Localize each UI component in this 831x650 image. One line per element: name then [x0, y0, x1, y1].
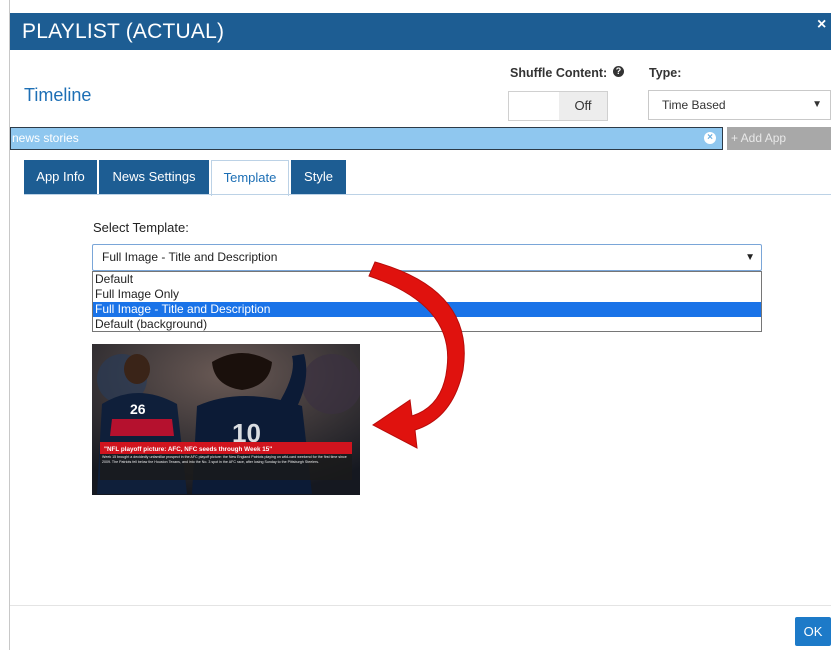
preview-body: Week 15 brought a decidedly unfamiliar p…	[102, 455, 347, 464]
dialog-title: PLAYLIST (ACTUAL)	[22, 20, 225, 43]
arrow-shape	[368, 261, 465, 449]
footer-divider	[10, 605, 831, 606]
select-template-label: Select Template:	[93, 220, 189, 235]
chevron-down-icon: ▼	[812, 99, 822, 110]
dialog-title-bar: PLAYLIST (ACTUAL) ×	[10, 13, 831, 50]
shuffle-toggle[interactable]: Off	[508, 91, 608, 121]
tab-app-info[interactable]: App Info	[24, 160, 97, 194]
tab-template[interactable]: Template	[211, 160, 289, 196]
selected-app-bar[interactable]: news stories ×	[10, 127, 723, 150]
help-icon[interactable]: ?	[613, 66, 624, 77]
preview-headline: "NFL playoff picture: AFC, NFC seeds thr…	[104, 446, 272, 453]
type-label: Type:	[649, 66, 682, 80]
type-select[interactable]: Time Based ▼	[648, 90, 831, 120]
ok-button[interactable]: OK	[795, 617, 831, 646]
dialog-left-border	[9, 0, 10, 650]
tab-news-settings[interactable]: News Settings	[99, 160, 209, 194]
close-icon[interactable]: ×	[817, 13, 831, 37]
add-app-button[interactable]: + Add App	[727, 127, 831, 150]
tab-style[interactable]: Style	[291, 160, 346, 194]
shuffle-toggle-value: Off	[559, 92, 607, 120]
red-curved-arrow	[368, 261, 465, 449]
shuffle-content-label: Shuffle Content:	[510, 66, 608, 80]
clear-icon[interactable]: ×	[704, 132, 716, 144]
timeline-title: Timeline	[24, 85, 92, 105]
chevron-down-icon: ▼	[745, 252, 755, 263]
player-left-head	[124, 354, 150, 384]
template-select-value: Full Image - Title and Description	[102, 250, 278, 264]
type-select-value: Time Based	[662, 98, 726, 112]
template-preview-image: 26 10 "NFL playoff picture: AFC, NFC see…	[92, 344, 360, 495]
selected-app-name: news stories	[12, 131, 79, 145]
tab-underline	[24, 194, 831, 195]
svg-text:26: 26	[130, 401, 146, 417]
